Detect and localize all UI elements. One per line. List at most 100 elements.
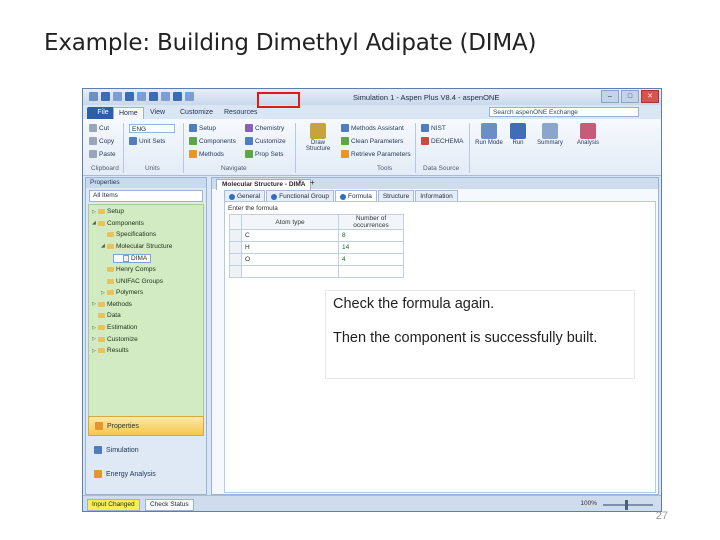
stop-icon[interactable]: [173, 92, 182, 101]
add-tab-icon[interactable]: +: [310, 178, 315, 187]
tab-view[interactable]: View: [145, 107, 170, 119]
setup-button[interactable]: Setup: [189, 124, 216, 132]
cut-button[interactable]: Cut: [89, 124, 109, 132]
tree-item[interactable]: ◢ Components: [92, 220, 144, 227]
customize-label: Customize: [255, 137, 286, 145]
summary-icon: [542, 123, 558, 139]
prop-sets-button[interactable]: Prop Sets: [245, 150, 284, 158]
zoom-slider-handle[interactable]: [625, 500, 628, 510]
expander-icon[interactable]: ▷: [92, 301, 96, 307]
tree-item-label: Molecular Structure: [116, 242, 173, 250]
tree-item[interactable]: ◢ Molecular Structure: [101, 243, 172, 250]
minimize-button[interactable]: –: [601, 90, 619, 103]
expander-icon[interactable]: ▷: [92, 209, 96, 215]
close-tab-icon[interactable]: ×: [298, 179, 302, 186]
tree-item[interactable]: ▷ Setup: [92, 208, 124, 215]
analysis-button[interactable]: Analysis: [571, 123, 605, 146]
tree-item[interactable]: ▷ Customize: [92, 336, 138, 343]
run-mode-button[interactable]: Run Mode: [475, 123, 503, 146]
tree-item-label: Setup: [107, 208, 124, 215]
copy-button[interactable]: Copy: [89, 137, 114, 145]
run-mode-icon: [481, 123, 497, 139]
tree-item[interactable]: ▷ Estimation: [92, 324, 137, 331]
tree-item[interactable]: Specifications: [101, 231, 156, 238]
unit-sets-label: Unit Sets: [139, 137, 166, 145]
tree-item[interactable]: DIMA: [113, 254, 152, 264]
nav-button-simulation[interactable]: Simulation: [88, 440, 204, 460]
scissors-icon: [89, 124, 97, 132]
draw-structure-button[interactable]: Draw Structure: [301, 123, 335, 152]
methods-button[interactable]: Methods: [189, 150, 224, 158]
expander-icon[interactable]: ▷: [92, 336, 96, 342]
count-cell[interactable]: 4: [338, 253, 404, 266]
customize-button[interactable]: Customize: [245, 137, 286, 145]
expander-icon[interactable]: ▷: [92, 348, 96, 354]
zoom-slider[interactable]: [603, 500, 653, 510]
tree-item-label: Henry Comps: [116, 266, 156, 273]
paste-button[interactable]: Paste: [89, 150, 116, 158]
atom-cell[interactable]: C: [241, 229, 339, 242]
components-label: Components: [199, 137, 236, 145]
unit-set-select[interactable]: ENG: [129, 124, 175, 133]
maximize-button[interactable]: □: [621, 90, 639, 103]
expander-icon[interactable]: ▷: [92, 325, 96, 331]
table-row: O 4: [229, 253, 404, 266]
undo-icon[interactable]: [113, 92, 122, 101]
retrieve-parameters-button[interactable]: Retrieve Parameters: [341, 150, 411, 158]
chemistry-label: Chemistry: [255, 124, 285, 132]
copy-label: Copy: [99, 137, 115, 145]
count-cell[interactable]: 8: [338, 229, 404, 242]
components-button[interactable]: Components: [189, 137, 236, 145]
row-selector[interactable]: [229, 265, 242, 278]
reset-icon[interactable]: [185, 92, 194, 101]
folder-icon: [98, 348, 105, 354]
next-icon[interactable]: [137, 92, 146, 101]
app-icon[interactable]: [89, 92, 98, 101]
tree-item-label: Estimation: [107, 324, 138, 331]
atom-cell[interactable]: [241, 265, 339, 278]
tree-item[interactable]: ▷ Results: [92, 347, 129, 354]
tree-item[interactable]: ▷ Polymers: [101, 289, 143, 296]
expander-icon[interactable]: ◢: [101, 243, 105, 249]
analysis-icon: [580, 123, 596, 139]
tree-item[interactable]: UNIFAC Groups: [101, 278, 163, 285]
clean-parameters-button[interactable]: Clean Parameters: [341, 137, 403, 145]
expander-icon[interactable]: ▷: [101, 290, 105, 296]
nav-button-energy-analysis[interactable]: Energy Analysis: [88, 464, 204, 484]
run-icon[interactable]: [149, 92, 158, 101]
group-units: Units: [145, 165, 160, 172]
close-button[interactable]: ✕: [641, 90, 659, 103]
count-cell[interactable]: [338, 265, 404, 278]
run-button[interactable]: Run: [507, 123, 529, 146]
step-icon[interactable]: [161, 92, 170, 101]
count-cell[interactable]: 14: [338, 241, 404, 254]
atom-cell[interactable]: H: [241, 241, 339, 254]
row-selector[interactable]: [229, 229, 242, 242]
dechema-button[interactable]: DECHEMA: [421, 137, 464, 145]
expander-icon[interactable]: ◢: [92, 220, 96, 226]
check-icon: [229, 193, 235, 200]
atom-cell[interactable]: O: [241, 253, 339, 266]
tree-item[interactable]: Data: [92, 312, 121, 319]
save-icon[interactable]: [101, 92, 110, 101]
methods-assistant-button[interactable]: Methods Assistant: [341, 124, 404, 132]
tab-customize[interactable]: Customize: [175, 107, 218, 119]
nav-filter-select[interactable]: All Items: [89, 190, 203, 202]
summary-button[interactable]: Summary: [533, 123, 567, 146]
tree-item[interactable]: ▷ Methods: [92, 301, 132, 308]
group-data-source: Data Source: [423, 165, 460, 172]
tab-resources[interactable]: Resources: [219, 107, 262, 119]
row-selector[interactable]: [229, 241, 242, 254]
unit-sets-button[interactable]: Unit Sets: [129, 137, 165, 145]
redo-icon[interactable]: [125, 92, 134, 101]
tree-item[interactable]: Henry Comps: [101, 266, 156, 273]
input-changed-status[interactable]: Input Changed: [87, 499, 140, 511]
zoom-level: 100%: [580, 500, 597, 507]
check-status-button[interactable]: Check Status: [145, 499, 194, 511]
nav-button-properties[interactable]: Properties: [88, 416, 204, 436]
search-input[interactable]: Search aspenONE Exchange: [489, 107, 639, 117]
chemistry-button[interactable]: Chemistry: [245, 124, 284, 132]
tree-item-label: DIMA: [131, 255, 148, 263]
row-selector[interactable]: [229, 253, 242, 266]
nist-button[interactable]: NIST: [421, 124, 446, 132]
